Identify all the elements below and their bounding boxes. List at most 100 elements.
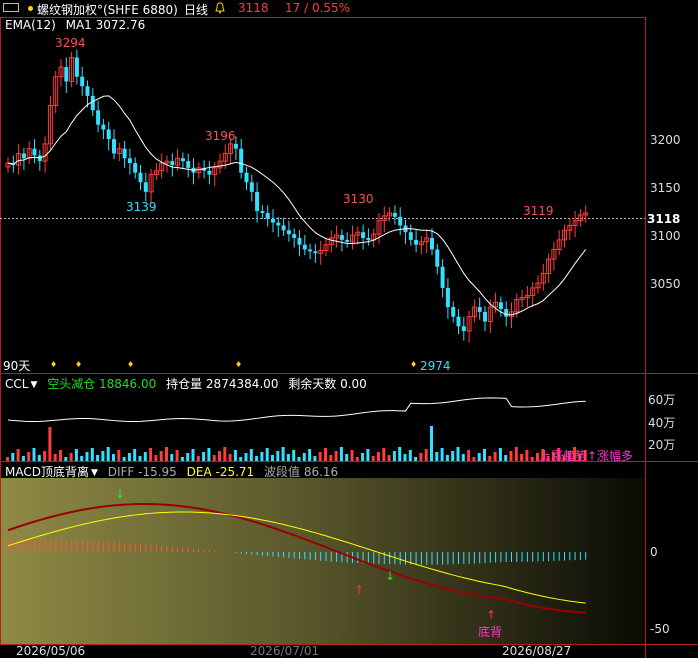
ccl-chart	[6, 397, 587, 461]
volume-bar	[445, 455, 449, 461]
volume-bar	[324, 448, 327, 461]
candle-body	[408, 232, 413, 240]
candle-body	[249, 182, 254, 192]
volume-bar	[419, 453, 423, 461]
bottom-divergence-label: 底背	[478, 625, 503, 639]
volume-bar	[191, 449, 195, 461]
macd-name[interactable]: MACD顶底背离	[5, 465, 89, 479]
chevron-down-icon[interactable]: ▼	[30, 380, 37, 390]
candle-body	[80, 76, 85, 87]
candle-body	[138, 172, 143, 183]
volume-bar	[313, 456, 317, 461]
candle-body	[456, 316, 461, 327]
volume-bar	[355, 457, 359, 461]
ccl-name[interactable]: CCL	[5, 377, 28, 391]
volume-bar	[27, 452, 31, 461]
volume-bar	[271, 455, 274, 461]
candle-body	[85, 86, 90, 96]
ema-label[interactable]: EMA(12)	[5, 18, 56, 32]
candle-body	[127, 158, 132, 164]
y-tick: 3200	[650, 133, 681, 147]
volume-bar	[403, 454, 407, 461]
candle-body	[308, 249, 313, 252]
volume-bar	[59, 450, 62, 461]
candle-body	[90, 95, 95, 111]
volume-bar	[525, 450, 529, 461]
x-axis-date: 2026/07/01	[250, 644, 320, 658]
event-marker-icon: ♦	[235, 360, 243, 369]
chevron-down-icon[interactable]: ▼	[91, 468, 98, 478]
volume-bar	[520, 454, 524, 461]
volume-bar	[207, 448, 211, 461]
volume-bar	[329, 455, 333, 461]
volume-bar	[96, 455, 100, 461]
x-axis-date: 2026/05/06	[16, 644, 86, 658]
candle-body	[133, 163, 138, 173]
volume-bar	[339, 447, 343, 461]
volume-bar	[233, 450, 237, 461]
volume-bar	[440, 448, 444, 461]
volume-bar	[69, 453, 73, 461]
candle-body	[361, 232, 366, 238]
trend-text: 上涨趋势↑涨幅多	[539, 449, 634, 463]
candle-body	[180, 158, 185, 162]
volume-bar	[456, 447, 460, 461]
candle-body	[392, 213, 397, 217]
ma-label: MA1 3072.76	[65, 18, 146, 32]
y-tick: 3100	[650, 229, 681, 243]
volume-bar	[345, 454, 349, 461]
event-marker-icon: ♦	[127, 360, 135, 369]
volume-bar	[117, 450, 121, 461]
volume-bar	[80, 456, 84, 461]
candle-body	[64, 67, 69, 82]
volume-bar	[350, 450, 354, 461]
volume-bar	[483, 449, 486, 461]
x-axis-date: 2026/08/27	[502, 644, 572, 658]
volume-bar	[196, 456, 200, 461]
volume-bar	[318, 452, 322, 461]
volume-bar	[101, 451, 105, 461]
annotation-high-left: 3294	[55, 36, 86, 50]
candle-body	[398, 216, 403, 226]
annotation-recent-high: 3119	[523, 204, 554, 218]
current-price-tag: 3118	[647, 212, 681, 226]
volume-bar	[64, 457, 68, 461]
candle-body	[106, 129, 111, 140]
volume-bar	[32, 448, 36, 461]
candle-body	[271, 218, 275, 223]
candle-body	[366, 237, 371, 240]
volume-bar	[159, 451, 163, 461]
up-arrow-icon: ↑	[354, 583, 365, 597]
volume-bar	[308, 449, 312, 461]
volume-bar	[493, 452, 497, 461]
candle-body	[186, 161, 191, 168]
volume-bar	[292, 450, 296, 461]
candle-body	[21, 153, 26, 159]
volume-bar	[498, 448, 502, 461]
volume-bar	[488, 456, 492, 461]
open-interest: 持仓量 2874384.00	[166, 377, 279, 391]
volume-bar	[21, 456, 25, 461]
volume-bar	[530, 457, 534, 461]
macd-legend: MACD顶底背离 ▼ DIFF -15.95 DEA -25.71 波段值 86.…	[5, 463, 338, 480]
volume-bar	[408, 450, 412, 461]
volume-bar	[265, 448, 269, 461]
candle-body	[101, 124, 106, 130]
candle-body	[207, 170, 212, 175]
y-tick: -50	[650, 622, 670, 636]
candle-body	[74, 57, 79, 77]
volume-bar	[6, 457, 9, 461]
volume-bar	[112, 454, 115, 461]
volume-bar	[180, 457, 184, 461]
volume-bar	[361, 453, 365, 461]
volume-bar	[424, 449, 428, 461]
macd-diff: DIFF -15.95	[107, 465, 177, 479]
candle-body	[32, 148, 37, 156]
macd-wave: 波段值 86.16	[264, 465, 339, 479]
volume-bar	[377, 452, 380, 461]
volume-bar	[249, 449, 253, 461]
volume-bar	[387, 455, 391, 461]
annotation-low-left: 3139	[126, 200, 157, 214]
volume-bar	[212, 455, 216, 461]
volume-bar	[218, 451, 221, 461]
